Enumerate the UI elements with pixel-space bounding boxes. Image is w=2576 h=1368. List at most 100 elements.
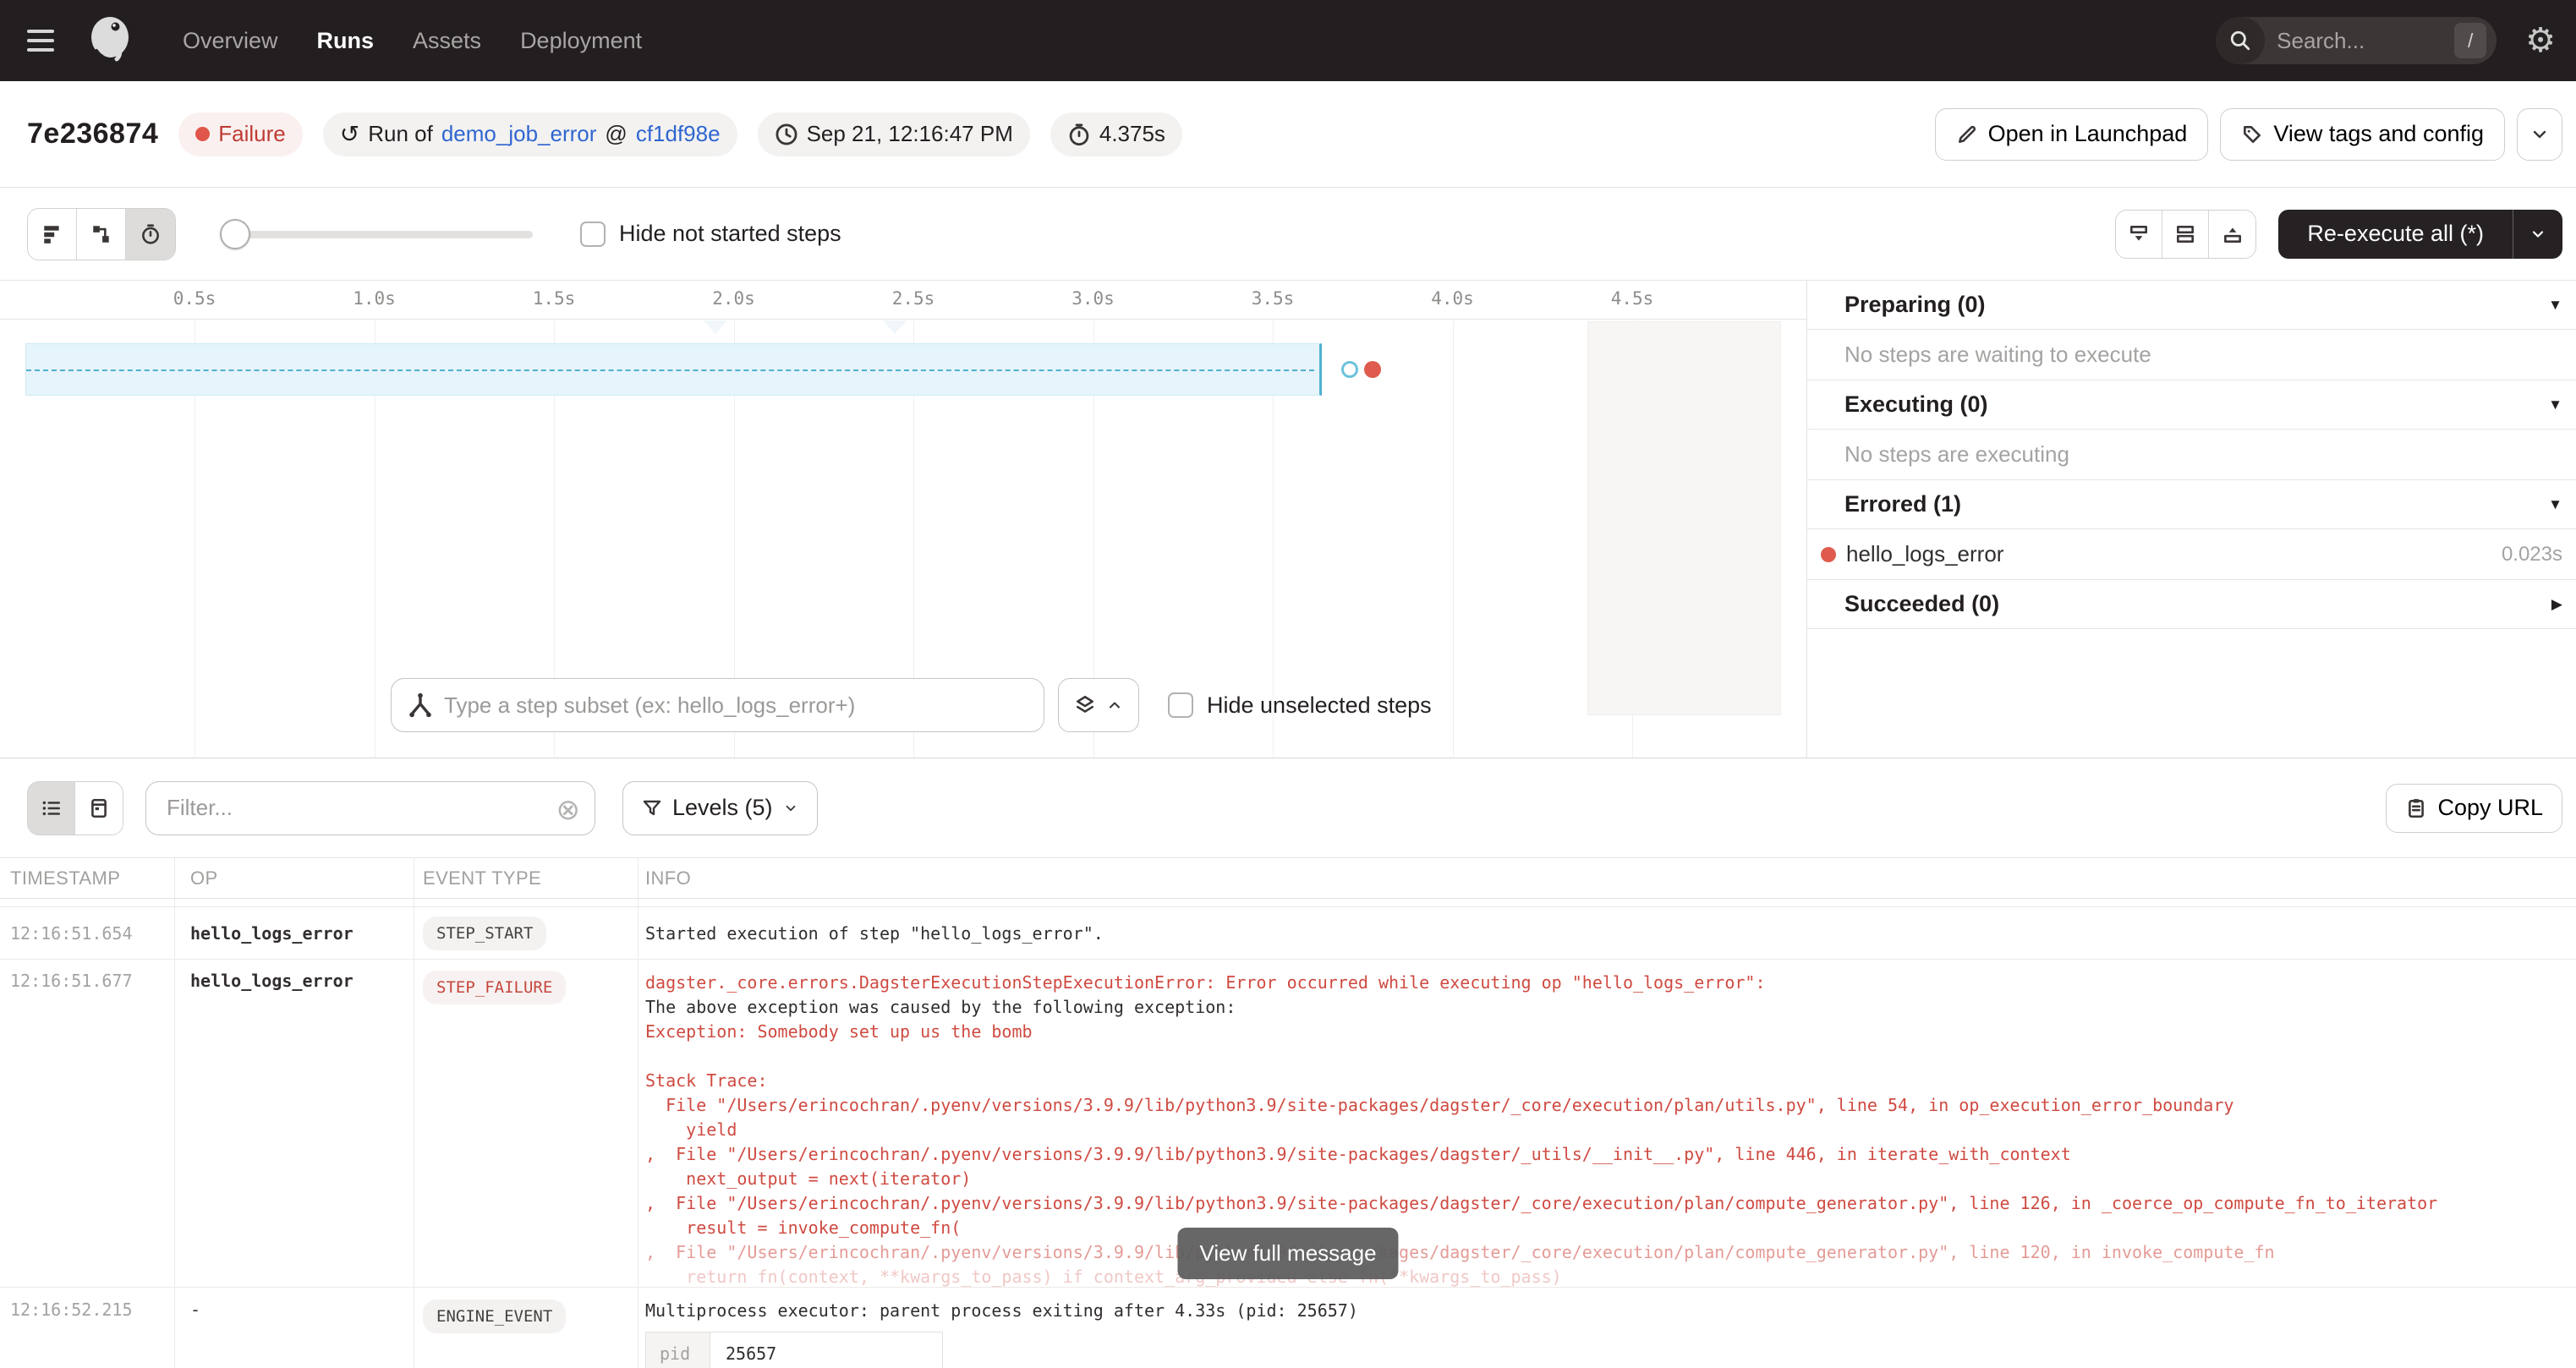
event-metadata-table: pid 25657 (645, 1332, 943, 1368)
search-icon (2216, 17, 2265, 64)
step-subset-input[interactable] (391, 678, 1044, 732)
hide-unselected-label: Hide unselected steps (1207, 692, 1432, 719)
job-name-link[interactable]: demo_job_error (441, 121, 597, 147)
run-header: 7e236874 Failure ↺ Run of demo_job_error… (0, 81, 2576, 188)
top-nav: Overview Runs Assets Deployment Search..… (0, 0, 2576, 81)
collapse-caret-icon[interactable]: ▼ (2548, 297, 2562, 314)
gantt-axis: 0.5s1.0s1.5s2.0s2.5s3.0s3.5s4.0s4.5s5 (0, 281, 1806, 320)
waterfall-view-icon (90, 223, 112, 245)
panel-section-errored[interactable]: Errored (1) ▼ (1807, 480, 2576, 529)
search-input[interactable]: Search... / (2216, 17, 2497, 64)
levels-dropdown-button[interactable]: Levels (5) (622, 781, 818, 835)
log-toolbar: ⊗ Levels (5) Copy URL (0, 758, 2576, 858)
run-actions-dropdown-button[interactable] (2517, 108, 2562, 161)
nav-runs[interactable]: Runs (317, 28, 375, 54)
log-row-engine-event[interactable]: 12:16:52.215 - ENGINE_EVENT Multiprocess… (0, 1288, 2576, 1368)
split-panes-icon (2174, 223, 2196, 245)
split-panes-button[interactable] (2162, 211, 2209, 258)
log-table: TIMESTAMP OP EVENT TYPE INFO 12:16:51.65… (0, 858, 2576, 1368)
clear-filter-icon[interactable]: ⊗ (556, 793, 581, 827)
layers-icon (1074, 694, 1096, 716)
axis-notch (704, 320, 727, 334)
snapshot-link[interactable]: cf1df98e (636, 121, 721, 147)
log-table-header: TIMESTAMP OP EVENT TYPE INFO (0, 858, 2576, 899)
dagster-run-page: Overview Runs Assets Deployment Search..… (0, 0, 2576, 1368)
reexecute-all-button[interactable]: Re-execute all (*) (2278, 210, 2562, 259)
expand-bottom-button[interactable] (2116, 211, 2162, 258)
duration-tag: 4.375s (1050, 112, 1182, 156)
search-placeholder: Search... (2277, 28, 2454, 54)
start-time-tag: Sep 21, 12:16:47 PM (758, 112, 1030, 156)
gantt-zoom-slider[interactable] (220, 219, 533, 249)
hide-not-started-checkbox[interactable] (580, 222, 606, 247)
gantt-pane: 0.5s1.0s1.5s2.0s2.5s3.0s3.5s4.0s4.5s5 (0, 281, 1807, 758)
gantt-section: 0.5s1.0s1.5s2.0s2.5s3.0s3.5s4.0s4.5s5 (0, 281, 2576, 758)
failure-dot-icon (195, 127, 210, 141)
axis-tick: 3.0s (1072, 288, 1115, 309)
clipboard-icon (2405, 797, 2427, 819)
collapse-caret-icon[interactable]: ▼ (2548, 397, 2562, 413)
log-view-mode-group (27, 781, 123, 835)
nav-overview[interactable]: Overview (183, 28, 278, 54)
axis-tick: 0.5s (173, 288, 216, 309)
chevron-up-icon (1106, 697, 1123, 714)
menu-icon[interactable] (27, 24, 61, 57)
flat-view-button[interactable] (28, 209, 77, 260)
panel-section-succeeded[interactable]: Succeeded (0) ▶ (1807, 580, 2576, 629)
gantt-run-bar[interactable] (25, 343, 1322, 396)
chevron-down-icon (2529, 124, 2550, 145)
stopwatch-view-icon (140, 223, 162, 245)
log-filter-input[interactable] (145, 781, 595, 835)
reexecute-dropdown-button[interactable] (2513, 210, 2562, 259)
stopwatch-icon (1067, 123, 1091, 146)
list-view-icon (41, 797, 63, 819)
nav-assets[interactable]: Assets (413, 28, 481, 54)
filter-funnel-icon (642, 798, 662, 818)
chevron-down-icon (783, 801, 798, 816)
log-row-step-start[interactable]: 12:16:51.654 hello_logs_error STEP_START… (0, 907, 2576, 960)
panel-section-executing[interactable]: Executing (0) ▼ (1807, 380, 2576, 430)
gantt-toolbar: Hide not started steps Re-execute all (*… (0, 188, 2576, 281)
hide-not-started-label: Hide not started steps (619, 221, 841, 247)
slider-track (220, 231, 533, 238)
expand-bottom-icon (2128, 223, 2150, 245)
primary-nav: Overview Runs Assets Deployment (183, 28, 642, 54)
apply-subset-button[interactable] (1058, 678, 1139, 732)
axis-tick: 2.5s (892, 288, 935, 309)
gantt-view-mode-group (27, 208, 176, 260)
tag-icon (2241, 123, 2263, 145)
view-tags-config-button[interactable]: View tags and config (2220, 108, 2505, 161)
nav-deployment[interactable]: Deployment (520, 28, 642, 54)
errored-step-row[interactable]: hello_logs_error 0.023s (1807, 529, 2576, 580)
op-selector-icon (406, 691, 435, 720)
event-type-badge: STEP_FAILURE (423, 971, 566, 1004)
pencil-icon (1956, 123, 1978, 145)
log-list-view-button[interactable] (28, 782, 75, 834)
panel-section-preparing[interactable]: Preparing (0) ▼ (1807, 281, 2576, 330)
gear-icon[interactable]: ⚙ (2525, 24, 2556, 57)
panel-empty-preparing: No steps are waiting to execute (1807, 330, 2576, 380)
expand-top-button[interactable] (2209, 211, 2255, 258)
axis-tick: 3.5s (1252, 288, 1295, 309)
slider-knob[interactable] (220, 219, 250, 249)
timed-view-button[interactable] (126, 209, 175, 260)
collapse-caret-icon[interactable]: ▼ (2548, 496, 2562, 513)
gantt-chart[interactable]: Hide unselected steps (0, 320, 1806, 758)
expand-caret-icon[interactable]: ▶ (2551, 596, 2562, 613)
step-subset-controls: Hide unselected steps (391, 678, 1432, 732)
event-type-badge: STEP_START (423, 917, 546, 950)
log-structured-view-button[interactable] (75, 782, 123, 834)
view-full-message-button[interactable]: View full message (1177, 1228, 1398, 1279)
copy-url-button[interactable]: Copy URL (2386, 784, 2562, 833)
expand-top-icon (2222, 223, 2244, 245)
pane-layout-group (2115, 210, 2256, 259)
step-failed-marker[interactable] (1364, 361, 1381, 378)
step-duration: 0.023s (2502, 543, 2562, 566)
event-type-badge: ENGINE_EVENT (423, 1300, 566, 1333)
hide-unselected-checkbox[interactable] (1168, 692, 1193, 718)
open-launchpad-button[interactable]: Open in Launchpad (1935, 108, 2209, 161)
step-pending-marker[interactable] (1341, 361, 1358, 378)
dagster-logo[interactable] (85, 14, 139, 68)
waterfall-view-button[interactable] (77, 209, 126, 260)
run-id: 7e236874 (27, 118, 158, 150)
